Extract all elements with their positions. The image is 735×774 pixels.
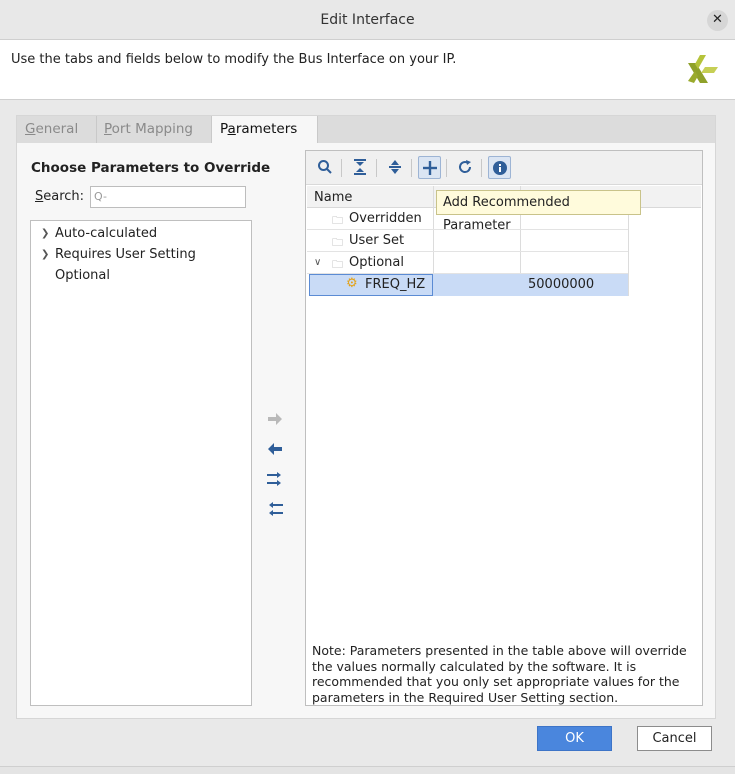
tab-parameters-prefix: P: [220, 121, 228, 137]
window-title: Edit Interface: [320, 12, 415, 28]
header-description: Use the tabs and fields below to modify …: [11, 52, 457, 67]
cancel-button[interactable]: Cancel: [637, 726, 712, 751]
column-header-name[interactable]: Name: [314, 190, 352, 205]
chevron-right-icon[interactable]: ❯: [41, 228, 49, 239]
refresh-icon: [458, 160, 471, 173]
toolbar-expand-all-button[interactable]: [383, 156, 406, 179]
toolbar-separator: [481, 159, 482, 177]
parameter-value[interactable]: 50000000: [528, 277, 594, 292]
expand-all-icon: [388, 160, 401, 174]
chevron-right-icon[interactable]: ❯: [41, 249, 49, 260]
parameter-category-tree[interactable]: [30, 220, 252, 706]
toolbar-collapse-all-button[interactable]: [348, 156, 371, 179]
folder-icon: 🗀: [332, 214, 343, 227]
search-input[interactable]: [90, 186, 246, 208]
toolbar-separator: [446, 159, 447, 177]
tab-parameters-label: rameters: [235, 121, 298, 137]
ok-button[interactable]: OK: [537, 726, 612, 751]
collapse-all-icon: [353, 159, 366, 175]
parameter-gear-icon: ⚙: [346, 276, 358, 291]
tree-item-optional[interactable]: Optional: [55, 268, 110, 283]
folder-icon: 🗀: [332, 236, 343, 249]
tree-item-auto-calculated[interactable]: Auto-calculated: [55, 226, 157, 241]
vivado-logo-icon: [688, 55, 718, 83]
add-recommended-parameter-button[interactable]: [418, 156, 441, 179]
move-left-icon[interactable]: [266, 442, 284, 456]
toolbar-search-button[interactable]: [313, 156, 336, 179]
search-icon: [317, 160, 332, 174]
search-label-text: earch:: [43, 189, 85, 204]
toolbar-separator: [341, 159, 342, 177]
tab-port-mapping[interactable]: Port Mapping: [96, 116, 212, 143]
move-right-icon[interactable]: [266, 412, 284, 426]
tree-item-requires-user-setting[interactable]: Requires User Setting: [55, 247, 196, 262]
chevron-down-icon[interactable]: ∨: [314, 257, 321, 268]
tab-port-mapping-label: ort Mapping: [111, 121, 194, 137]
close-button[interactable]: ✕: [707, 10, 728, 31]
tab-general-mnemonic: G: [25, 121, 36, 137]
toolbar-separator: [376, 159, 377, 177]
search-field-icon: Q-: [94, 190, 107, 203]
row-label-optional: Optional: [349, 255, 404, 270]
move-all-right-icon[interactable]: [266, 472, 284, 486]
tab-general[interactable]: General: [17, 116, 97, 143]
row-label-user-set: User Set: [349, 233, 405, 248]
tab-general-label: eneral: [35, 121, 79, 137]
folder-icon: 🗀: [332, 258, 343, 271]
column-divider: [628, 208, 629, 296]
toolbar-refresh-button[interactable]: [453, 156, 476, 179]
tab-port-mapping-mnemonic: P: [104, 121, 112, 137]
search-label: Search:: [35, 189, 84, 204]
bottom-strip: [0, 766, 735, 774]
note-text: Note: Parameters presented in the table …: [312, 643, 687, 705]
tab-parameters-mnemonic: a: [227, 121, 236, 137]
add-icon: [422, 161, 437, 175]
toolbar-info-button[interactable]: [488, 156, 511, 179]
toolbar-separator: [411, 159, 412, 177]
tooltip: Add Recommended Parameter: [436, 190, 641, 233]
row-label-overridden: Overridden: [349, 211, 422, 226]
choose-parameters-heading: Choose Parameters to Override: [31, 160, 271, 176]
tab-parameters[interactable]: Parameters: [212, 116, 318, 144]
parameter-name: FREQ_HZ: [365, 277, 426, 292]
info-icon: [492, 161, 507, 175]
move-all-left-icon[interactable]: [266, 502, 284, 516]
close-icon: ✕: [712, 12, 723, 27]
header-banner: [0, 40, 735, 100]
